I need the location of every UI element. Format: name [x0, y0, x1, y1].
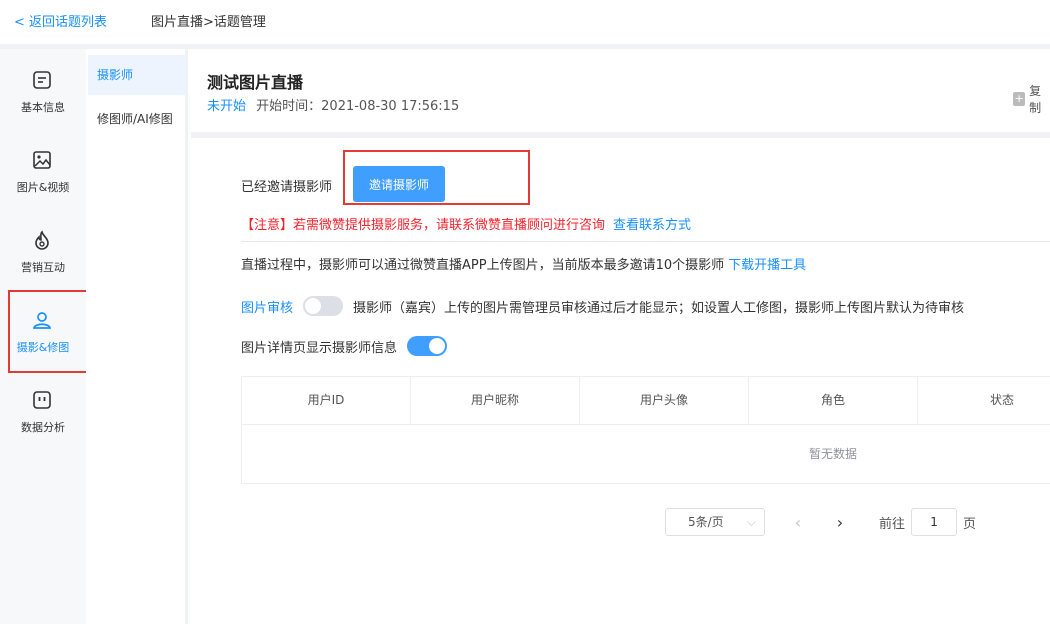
page-size-value: 5条/页	[688, 515, 724, 529]
top-bar: < 返回话题列表 图片直播>话题管理	[0, 0, 1050, 44]
pagination: 5条/页 ⌵ ‹ › 前往 页	[665, 508, 976, 536]
back-to-topic-list-link[interactable]: < 返回话题列表	[14, 11, 107, 30]
prev-page-button[interactable]: ‹	[783, 513, 813, 532]
show-photographer-info-label: 图片详情页显示摄影师信息	[241, 340, 398, 356]
nav-label: 营销互动	[21, 261, 65, 274]
image-icon	[31, 149, 53, 171]
column-header-nickname: 用户昵称	[411, 377, 580, 424]
image-review-toggle[interactable]	[303, 296, 344, 316]
nav-item-images-videos[interactable]: 图片&视频	[0, 129, 86, 209]
column-header-status: 状态	[918, 377, 1050, 424]
page-header: 测试图片直播 未开始 开始时间：2021-08-30 17:56:15 + 复制	[191, 49, 1050, 132]
goto-label: 前往	[879, 516, 906, 532]
notice-message: 【注意】若需微赞提供摄影服务，请联系微赞直播顾问进行咨询	[241, 218, 606, 233]
chevron-down-icon: ⌵	[746, 515, 756, 529]
nav-item-basic-info[interactable]: 基本信息	[0, 49, 86, 129]
document-icon	[31, 69, 53, 91]
next-page-button[interactable]: ›	[825, 513, 855, 532]
subnav-item-retoucher[interactable]: 修图师/AI修图	[88, 99, 186, 139]
table-header: 用户ID 用户昵称 用户头像 角色 状态	[242, 377, 1050, 425]
description: 直播过程中，摄影师可以通过微赞直播APP上传图片，当前版本最多邀请10个摄影师下…	[241, 254, 806, 273]
copy-button[interactable]: + 复制	[1013, 82, 1050, 116]
image-review-row: 图片审核 摄影师（嘉宾）上传的图片需管理员审核通过后才能显示；如设置人工修图，摄…	[241, 296, 964, 316]
nav-item-data-analysis[interactable]: 数据分析	[0, 369, 86, 449]
status-line: 未开始 开始时间：2021-08-30 17:56:15	[207, 95, 459, 114]
main-content: 已经邀请摄影师 邀请摄影师 【注意】若需微赞提供摄影服务，请联系微赞直播顾问进行…	[191, 138, 1050, 624]
flame-icon	[31, 229, 53, 251]
empty-state: 暂无数据	[808, 447, 857, 461]
breadcrumb: 图片直播>话题管理	[151, 15, 266, 30]
invited-label: 已经邀请摄影师	[241, 180, 333, 195]
show-photographer-info-toggle[interactable]	[407, 336, 448, 356]
nav-label: 基本信息	[21, 101, 65, 114]
chart-icon	[31, 389, 53, 411]
page-number-input[interactable]	[911, 508, 958, 536]
copy-icon: +	[1013, 92, 1026, 106]
toggle-knob	[305, 298, 322, 314]
copy-label: 复制	[1029, 84, 1042, 115]
page-suffix: 页	[963, 516, 977, 532]
nav-label: 数据分析	[21, 421, 65, 434]
toggle-knob	[429, 338, 446, 354]
column-header-user-id: 用户ID	[242, 377, 411, 424]
show-photographer-info-row: 图片详情页显示摄影师信息	[241, 336, 457, 356]
description-text: 直播过程中，摄影师可以通过微赞直播APP上传图片，当前版本最多邀请10个摄影师	[241, 258, 725, 273]
page-title: 测试图片直播	[207, 73, 304, 92]
nav-label: 图片&视频	[16, 181, 70, 194]
download-tool-link[interactable]: 下载开播工具	[728, 258, 806, 273]
status-badge: 未开始	[207, 99, 247, 114]
subnav-item-photographer[interactable]: 摄影师	[88, 55, 186, 95]
photographer-table: 用户ID 用户昵称 用户头像 角色 状态 暂无数据	[241, 376, 1050, 484]
start-time: 开始时间：2021-08-30 17:56:15	[256, 99, 460, 114]
sub-nav: 摄影师 修图师/AI修图	[86, 49, 188, 624]
column-header-avatar: 用户头像	[580, 377, 749, 424]
view-contact-link[interactable]: 查看联系方式	[613, 218, 691, 233]
invite-photographer-button[interactable]: 邀请摄影师	[353, 166, 445, 202]
column-header-role: 角色	[749, 377, 918, 424]
nav-item-marketing[interactable]: 营销互动	[0, 209, 86, 289]
divider	[241, 241, 1050, 242]
image-review-description: 摄影师（嘉宾）上传的图片需管理员审核通过后才能显示；如设置人工修图，摄影师上传图…	[353, 300, 965, 316]
notice-text: 【注意】若需微赞提供摄影服务，请联系微赞直播顾问进行咨询 查看联系方式	[241, 214, 691, 233]
page-size-select[interactable]: 5条/页 ⌵	[665, 508, 765, 536]
image-review-label: 图片审核	[241, 300, 294, 316]
